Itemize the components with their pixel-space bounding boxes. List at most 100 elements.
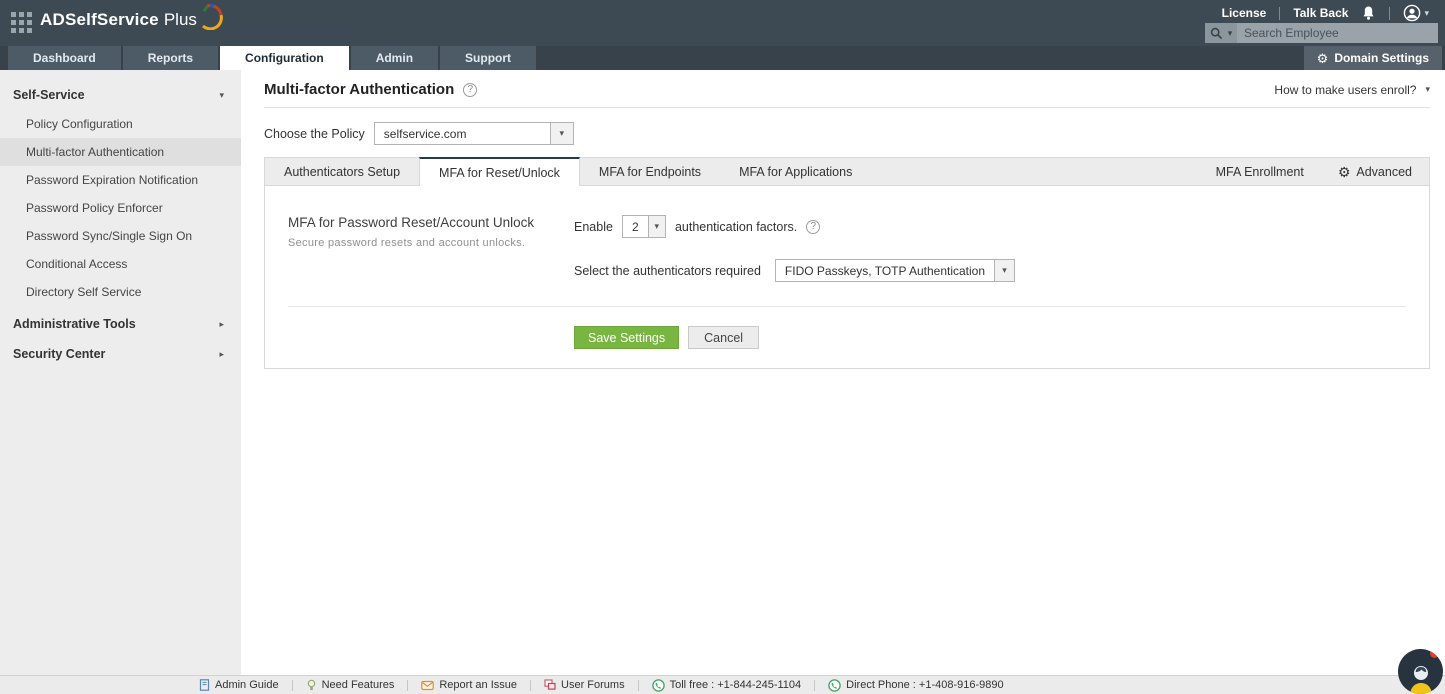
nav-tab-configuration[interactable]: Configuration	[220, 46, 349, 70]
chevron-down-icon: ▾	[994, 260, 1014, 281]
apps-grid-icon[interactable]	[11, 12, 32, 33]
toll-free-phone[interactable]: Toll free : +1-844-245-1104	[639, 679, 815, 692]
forums-chat-icon	[544, 679, 556, 691]
sidebar-item-policy-configuration[interactable]: Policy Configuration	[0, 110, 241, 138]
chevron-down-icon: ▾	[219, 90, 224, 101]
search-icon	[1210, 27, 1223, 40]
divider	[264, 107, 1430, 108]
how-to-enroll-link[interactable]: How to make users enroll? ▾	[1274, 83, 1430, 97]
advanced-link[interactable]: ⚙ Advanced	[1321, 158, 1429, 185]
tab-mfa-for-applications[interactable]: MFA for Applications	[720, 158, 871, 185]
user-forums-link[interactable]: User Forums	[531, 679, 638, 691]
page-title: Multi-factor Authentication ?	[264, 81, 477, 98]
sidebar-item-password-sync-single-sign-on[interactable]: Password Sync/Single Sign On	[0, 222, 241, 250]
chat-agent-icon	[1406, 662, 1436, 694]
cancel-button[interactable]: Cancel	[688, 326, 759, 349]
divider	[1389, 7, 1390, 20]
chevron-down-icon: ▾	[1228, 28, 1233, 39]
policy-select[interactable]: selfservice.com ▾	[374, 122, 574, 145]
sidebar-item-password-policy-enforcer[interactable]: Password Policy Enforcer	[0, 194, 241, 222]
footer-bar: Admin Guide Need Features Report an Issu…	[0, 675, 1445, 694]
authenticators-label: Select the authenticators required	[574, 264, 761, 278]
employee-search: ▾	[1205, 23, 1438, 43]
tabstrip-right: MFA Enrollment ⚙ Advanced	[1199, 158, 1429, 185]
button-row: Save Settings Cancel	[574, 326, 1429, 349]
phone-icon	[828, 679, 841, 692]
save-settings-button[interactable]: Save Settings	[574, 326, 679, 349]
mfa-enrollment-link[interactable]: MFA Enrollment	[1199, 158, 1321, 185]
section-controls: Enable 2 ▾ authentication factors. ? Sel…	[574, 215, 1429, 282]
factors-suffix-label: authentication factors.	[675, 220, 797, 234]
sidebar-item-password-expiration-notification[interactable]: Password Expiration Notification	[0, 166, 241, 194]
mfa-reset-unlock-panel: MFA for Password Reset/Account Unlock Se…	[264, 186, 1430, 369]
logo-swoosh-icon	[199, 2, 225, 30]
main-navigation: Dashboard Reports Configuration Admin Su…	[0, 46, 1445, 70]
admin-guide-link[interactable]: Admin Guide	[186, 679, 292, 691]
report-issue-link[interactable]: Report an Issue	[408, 679, 530, 691]
section-title: MFA for Password Reset/Account Unlock	[288, 215, 574, 230]
user-menu[interactable]: ▾	[1403, 4, 1429, 22]
gear-icon: ⚙	[1338, 165, 1351, 179]
gear-icon: ⚙	[1317, 52, 1329, 65]
divider	[288, 306, 1406, 307]
sidebar-group-security-center[interactable]: Security Center ▸	[0, 339, 241, 369]
tab-mfa-for-endpoints[interactable]: MFA for Endpoints	[580, 158, 720, 185]
chevron-down-icon: ▾	[648, 216, 665, 237]
sidebar-group-administrative-tools[interactable]: Administrative Tools ▸	[0, 309, 241, 339]
factor-count-row: Enable 2 ▾ authentication factors. ?	[574, 215, 1429, 238]
chevron-down-icon: ▾	[1424, 8, 1429, 19]
page-header: Multi-factor Authentication ? How to mak…	[264, 81, 1430, 98]
chat-notification-dot	[1430, 649, 1439, 658]
topbar: ADSelfService Plus License Talk Back ▾	[0, 0, 1445, 46]
sidebar-group-self-service[interactable]: Self-Service ▾	[0, 80, 241, 110]
need-features-link[interactable]: Need Features	[293, 679, 408, 691]
guide-book-icon	[199, 679, 210, 691]
divider	[1279, 7, 1280, 20]
talkback-link[interactable]: Talk Back	[1293, 6, 1348, 20]
chevron-right-icon: ▸	[219, 319, 224, 330]
nav-tab-dashboard[interactable]: Dashboard	[8, 46, 121, 70]
nav-tab-reports[interactable]: Reports	[123, 46, 218, 70]
direct-phone[interactable]: Direct Phone : +1-408-916-9890	[815, 679, 1016, 692]
chevron-down-icon: ▾	[1425, 84, 1430, 95]
sidebar-item-conditional-access[interactable]: Conditional Access	[0, 250, 241, 278]
feature-bulb-icon	[306, 679, 317, 691]
phone-icon	[652, 679, 665, 692]
nav-tabs: Dashboard Reports Configuration Admin Su…	[8, 46, 538, 70]
nav-tab-admin[interactable]: Admin	[351, 46, 438, 70]
chevron-down-icon: ▾	[550, 123, 573, 144]
domain-settings-button[interactable]: ⚙ Domain Settings	[1304, 46, 1442, 70]
section-info: MFA for Password Reset/Account Unlock Se…	[288, 215, 574, 282]
enable-label: Enable	[574, 220, 613, 234]
live-chat-widget[interactable]	[1398, 649, 1443, 694]
authenticators-select[interactable]: FIDO Passkeys, TOTP Authentication ▾	[775, 259, 1015, 282]
help-icon[interactable]: ?	[463, 83, 477, 97]
product-name: ADSelfService	[40, 10, 159, 30]
notification-bell-icon[interactable]	[1361, 5, 1376, 21]
content-area: Self-Service ▾ Policy Configuration Mult…	[0, 70, 1445, 675]
nav-tab-support[interactable]: Support	[440, 46, 536, 70]
product-suffix: Plus	[164, 10, 197, 30]
mfa-tabstrip: Authenticators Setup MFA for Reset/Unloc…	[264, 157, 1430, 186]
search-icon-area[interactable]: ▾	[1205, 23, 1237, 43]
sidebar-item-multi-factor-authentication[interactable]: Multi-factor Authentication	[0, 138, 241, 166]
domain-settings-label: Domain Settings	[1334, 51, 1429, 65]
section-subtitle: Secure password resets and account unloc…	[288, 237, 574, 249]
tab-authenticators-setup[interactable]: Authenticators Setup	[265, 158, 419, 185]
tab-mfa-for-reset-unlock[interactable]: MFA for Reset/Unlock	[419, 157, 580, 186]
product-logo: ADSelfService Plus	[40, 10, 225, 30]
search-input[interactable]	[1237, 23, 1438, 43]
factor-count-select[interactable]: 2 ▾	[622, 215, 666, 238]
sidebar-item-directory-self-service[interactable]: Directory Self Service	[0, 278, 241, 306]
topbar-links: License Talk Back ▾	[1222, 4, 1429, 22]
report-envelope-icon	[421, 680, 434, 691]
main-panel: Multi-factor Authentication ? How to mak…	[241, 70, 1445, 675]
policy-label: Choose the Policy	[264, 127, 365, 141]
sidebar: Self-Service ▾ Policy Configuration Mult…	[0, 70, 241, 675]
policy-row: Choose the Policy selfservice.com ▾	[264, 122, 1430, 145]
authenticators-row: Select the authenticators required FIDO …	[574, 259, 1429, 282]
user-avatar-icon	[1403, 4, 1421, 22]
license-link[interactable]: License	[1222, 6, 1267, 20]
help-icon[interactable]: ?	[806, 220, 820, 234]
chevron-right-icon: ▸	[219, 349, 224, 360]
